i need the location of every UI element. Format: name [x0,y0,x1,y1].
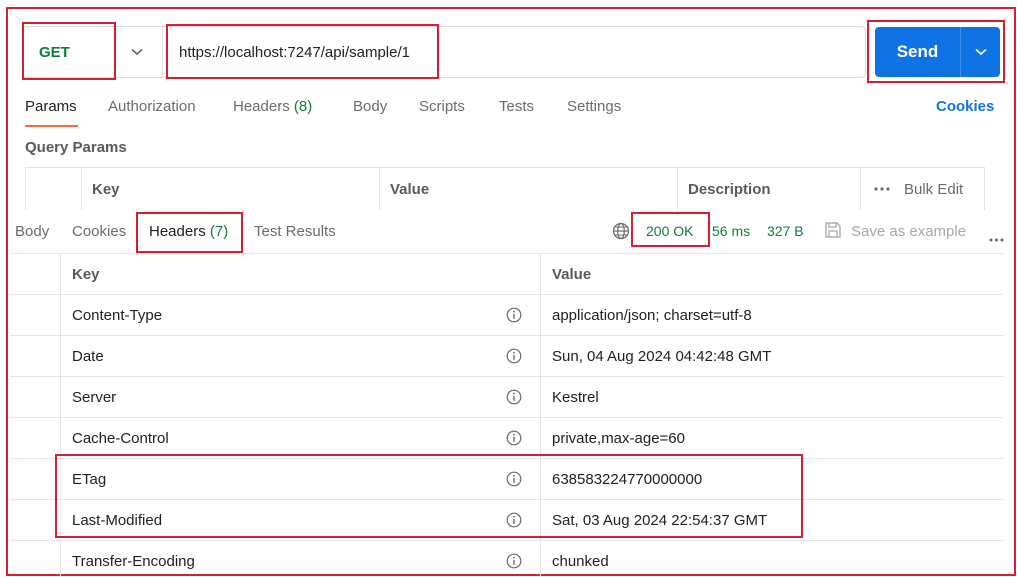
tab-headers-label: Headers [233,98,290,115]
header-value: Sun, 04 Aug 2024 04:42:48 GMT [552,347,772,365]
row-gutter [10,377,61,417]
row-gutter [10,459,61,499]
header-value: Sat, 03 Aug 2024 22:54:37 GMT [552,511,768,529]
info-icon[interactable] [506,553,522,569]
method-selector[interactable]: GET [24,26,113,78]
more-dots-icon [874,187,890,191]
info-icon[interactable] [506,512,522,528]
column-divider [540,336,541,376]
globe-icon[interactable] [612,222,630,245]
response-tab-test-results[interactable]: Test Results [254,223,336,240]
save-icon [824,221,842,244]
column-header-value: Value [552,265,592,283]
row-gutter [10,254,61,294]
tab-params[interactable]: Params [25,98,77,115]
column-divider [860,168,861,210]
tab-headers[interactable]: Headers (8) [233,98,312,115]
cookies-link[interactable]: Cookies [936,98,994,115]
send-button[interactable]: Send [875,27,960,77]
query-params-title: Query Params [25,139,127,156]
info-icon[interactable] [506,430,522,446]
query-params-table: Key Value Description Bulk Edit [25,167,985,210]
column-divider [677,168,678,210]
column-divider [379,168,380,210]
table-row: Last-Modified Sat, 03 Aug 2024 22:54:37 … [10,499,1004,540]
header-value: private,max-age=60 [552,429,685,447]
column-header-key: Key [72,265,100,283]
info-icon[interactable] [506,389,522,405]
column-divider [81,168,82,210]
tab-settings[interactable]: Settings [567,98,621,115]
table-row: Content-Type application/json; charset=u… [10,294,1004,335]
response-tab-headers-count: (7) [209,223,229,240]
table-row: Date Sun, 04 Aug 2024 04:42:48 GMT [10,335,1004,376]
response-time[interactable]: 56 ms [712,223,750,239]
chevron-down-icon[interactable] [112,26,162,78]
column-divider [540,541,541,577]
table-header-row: Key Value [10,253,1004,294]
response-tab-body[interactable]: Body [15,223,49,240]
header-key: Last-Modified [72,511,163,529]
query-col-description: Description [688,180,771,198]
query-col-key: Key [92,180,120,198]
header-value: application/json; charset=utf-8 [552,306,752,324]
header-key: Server [72,388,117,406]
url-divider [162,27,163,77]
header-key: ETag [72,470,107,488]
response-tab-headers[interactable]: Headers (7) [149,223,228,240]
row-gutter [10,500,61,540]
column-divider [540,295,541,335]
info-icon[interactable] [506,307,522,323]
bulk-edit-button[interactable]: Bulk Edit [874,168,963,210]
column-divider [540,500,541,540]
response-tab-headers-label: Headers [149,223,206,240]
active-tab-indicator [25,125,78,127]
table-row: ETag 638583224770000000 [10,458,1004,499]
tab-scripts[interactable]: Scripts [419,98,465,115]
table-row: Transfer-Encoding chunked [10,540,1004,577]
more-options-icon[interactable] [989,229,1004,247]
tab-authorization[interactable]: Authorization [108,98,196,115]
column-divider [540,459,541,499]
tab-body[interactable]: Body [353,98,387,115]
header-value: 638583224770000000 [552,470,703,488]
info-icon[interactable] [506,471,522,487]
response-size[interactable]: 327 B [767,223,804,239]
send-options-chevron-icon[interactable] [960,27,1000,77]
tab-tests[interactable]: Tests [499,98,534,115]
bulk-edit-label: Bulk Edit [904,180,964,198]
column-divider [540,418,541,458]
tab-headers-count: (8) [293,98,313,115]
row-gutter [10,336,61,376]
response-tab-cookies[interactable]: Cookies [72,223,126,240]
table-row: Cache-Control private,max-age=60 [10,417,1004,458]
header-key: Content-Type [72,306,163,324]
header-key: Cache-Control [72,429,169,447]
query-col-value: Value [390,180,430,198]
url-input[interactable] [168,26,436,78]
row-gutter [10,295,61,335]
header-value: chunked [552,552,609,570]
row-gutter [10,541,61,577]
status-badge[interactable]: 200 OK [646,223,693,239]
header-value: Kestrel [552,388,599,406]
header-key: Transfer-Encoding [72,552,195,570]
info-icon[interactable] [506,348,522,364]
column-divider [540,254,541,294]
save-as-example-button[interactable]: Save as example [851,223,966,240]
table-row: Server Kestrel [10,376,1004,417]
header-key: Date [72,347,104,365]
row-gutter [10,418,61,458]
column-divider [540,377,541,417]
